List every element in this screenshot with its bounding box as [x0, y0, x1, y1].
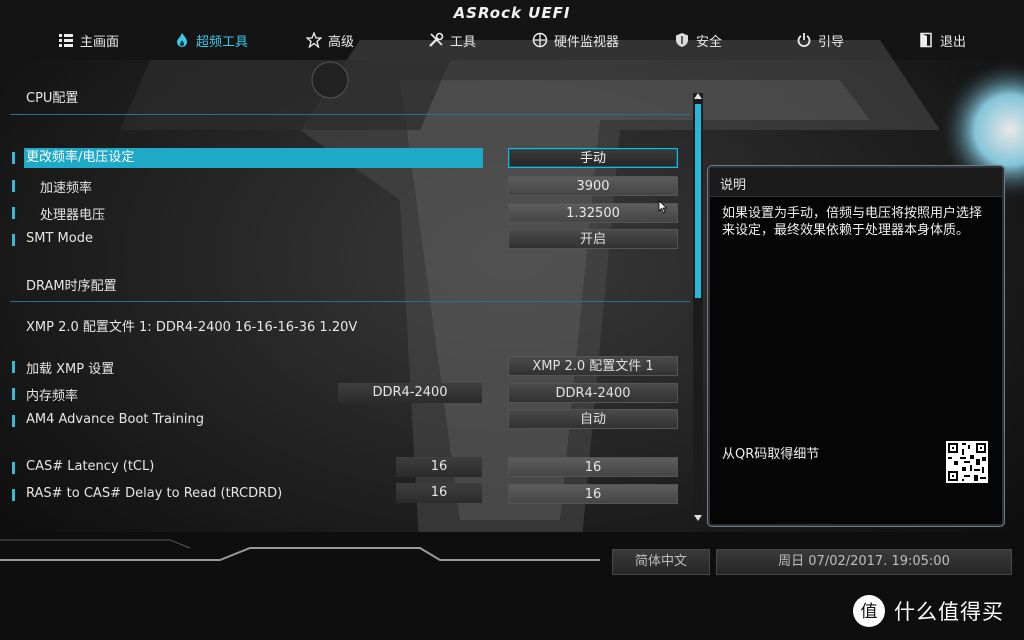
mouse-cursor-icon: [658, 200, 668, 214]
watermark-badge: 值: [861, 602, 878, 622]
crosshair-icon: [532, 32, 548, 48]
value-cpu-voltage[interactable]: 1.32500: [508, 203, 678, 223]
tab-security-label: 安全: [696, 34, 723, 50]
setting-trcdrd[interactable]: RAS# to CAS# Delay to Read (tRCDRD): [26, 486, 282, 501]
row-marker: [12, 462, 15, 474]
setting-cas-latency[interactable]: CAS# Latency (tCL): [26, 459, 154, 474]
tab-exit-label: 退出: [940, 34, 967, 50]
current-cas-latency: 16: [396, 457, 482, 477]
row-marker: [12, 361, 15, 373]
help-panel: 说明 如果设置为手动，倍频与电压将按照用户选择来设定，最终效果依赖于处理器本身体…: [708, 166, 1004, 526]
date-time-display: 周日 07/02/2017. 19:05:00: [716, 549, 1012, 575]
setting-oc-mode[interactable]: 更改频率/电压设定: [24, 148, 483, 168]
setting-cpu-frequency[interactable]: 加速频率: [40, 177, 92, 196]
tab-boot-label: 引导: [818, 34, 845, 50]
setting-am4-boot-training[interactable]: AM4 Advance Boot Training: [26, 412, 204, 427]
row-marker: [12, 489, 15, 501]
watermark-logo-icon: 值: [853, 595, 885, 627]
tab-boot[interactable]: 引导: [796, 28, 844, 52]
tab-tools[interactable]: 工具: [428, 28, 476, 52]
watermark-text: 什么值得买: [894, 600, 1004, 624]
shield-icon: [676, 33, 688, 47]
row-marker: [12, 180, 15, 192]
value-oc-mode[interactable]: 手动: [508, 148, 678, 168]
top-nav: 主画面 超频工具 高级 工具 硬件监视器 安全 引导 退出: [0, 28, 1024, 52]
value-smt-mode[interactable]: 开启: [508, 229, 678, 249]
scrollbar-thumb[interactable]: [695, 104, 701, 298]
help-header: 说明: [710, 168, 1002, 197]
tab-advanced-label: 高级: [328, 34, 355, 50]
row-marker: [12, 388, 15, 400]
setting-dram-frequency[interactable]: 内存频率: [26, 385, 78, 404]
brand-logo: ASRock UEFI: [453, 4, 571, 22]
dram-section-title: DRAM时序配置: [26, 279, 117, 294]
value-am4-boot-training[interactable]: 自动: [508, 409, 678, 429]
value-trcdrd[interactable]: 16: [508, 484, 678, 504]
tab-main[interactable]: 主画面: [58, 28, 119, 52]
tab-exit[interactable]: 退出: [918, 28, 966, 52]
current-trcdrd: 16: [396, 483, 482, 503]
value-cas-latency[interactable]: 16: [508, 457, 678, 477]
flame-icon: [177, 33, 187, 47]
tab-oc-tweaker[interactable]: 超频工具: [174, 28, 248, 52]
row-marker: [12, 207, 15, 219]
setting-load-xmp[interactable]: 加载 XMP 设置: [26, 358, 114, 377]
power-icon: [797, 33, 811, 47]
value-dram-frequency[interactable]: DDR4-2400: [508, 383, 678, 403]
value-cpu-frequency[interactable]: 3900: [508, 176, 678, 196]
scroll-down-icon[interactable]: [693, 514, 703, 522]
tab-advanced[interactable]: 高级: [306, 28, 354, 52]
tab-oc-tweaker-label: 超频工具: [196, 34, 249, 50]
setting-smt-mode[interactable]: SMT Mode: [26, 231, 93, 246]
row-marker: [12, 234, 15, 246]
tab-tools-label: 工具: [450, 34, 477, 50]
language-selector[interactable]: 简体中文: [612, 549, 710, 575]
xmp-profile-info: XMP 2.0 配置文件 1: DDR4-2400 16-16-16-36 1.…: [26, 320, 358, 335]
current-dram-frequency: DDR4-2400: [338, 383, 482, 403]
watermark: 值 什么值得买: [852, 594, 1004, 628]
scroll-up-icon[interactable]: [693, 92, 703, 100]
list-icon: [59, 34, 73, 47]
help-title: 说明: [720, 178, 747, 193]
row-marker: [12, 415, 15, 427]
cpu-section-title: CPU配置: [26, 91, 79, 106]
tab-main-label: 主画面: [80, 34, 120, 50]
help-description: 如果设置为手动，倍频与电压将按照用户选择来设定，最终效果依赖于处理器本身体质。: [722, 206, 983, 238]
tab-security[interactable]: 安全: [674, 28, 722, 52]
setting-cpu-voltage[interactable]: 处理器电压: [40, 204, 105, 223]
star-icon: [306, 32, 322, 48]
tab-hw-monitor[interactable]: 硬件监视器: [532, 28, 619, 52]
divider: [10, 114, 690, 115]
divider: [10, 301, 690, 302]
value-load-xmp[interactable]: XMP 2.0 配置文件 1: [508, 356, 678, 376]
row-marker: [12, 152, 15, 164]
qr-label: 从QR码取得细节: [722, 447, 820, 462]
qr-code-icon[interactable]: [946, 441, 988, 483]
tab-hw-monitor-label: 硬件监视器: [554, 34, 620, 50]
exit-door-icon: [920, 32, 932, 48]
tools-icon: [429, 32, 444, 47]
